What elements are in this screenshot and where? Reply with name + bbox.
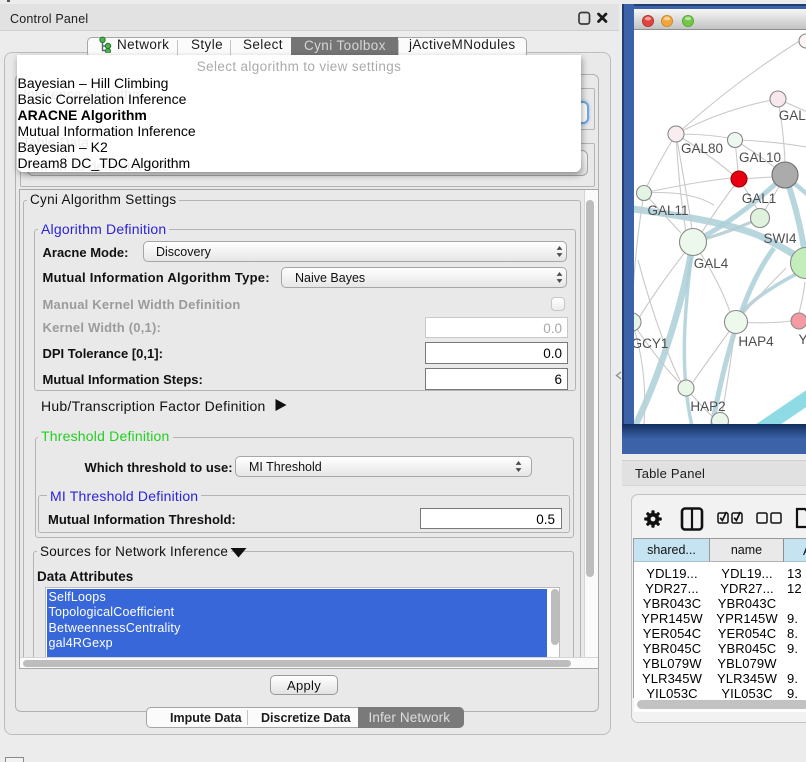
svg-text:GAL7: GAL7 (779, 108, 806, 123)
svg-text:GAL11: GAL11 (647, 203, 688, 218)
svg-text:HAP2: HAP2 (690, 399, 725, 414)
svg-text:HAP4: HAP4 (738, 334, 774, 349)
svg-text:SWI4: SWI4 (763, 231, 796, 246)
svg-text:GAL10: GAL10 (739, 150, 781, 165)
svg-text:Y: Y (798, 332, 806, 347)
svg-text:GAL80: GAL80 (681, 141, 723, 156)
svg-text:GAL4: GAL4 (694, 256, 729, 271)
svg-text:GCY1: GCY1 (634, 336, 668, 351)
svg-text:GAL1: GAL1 (742, 191, 777, 206)
